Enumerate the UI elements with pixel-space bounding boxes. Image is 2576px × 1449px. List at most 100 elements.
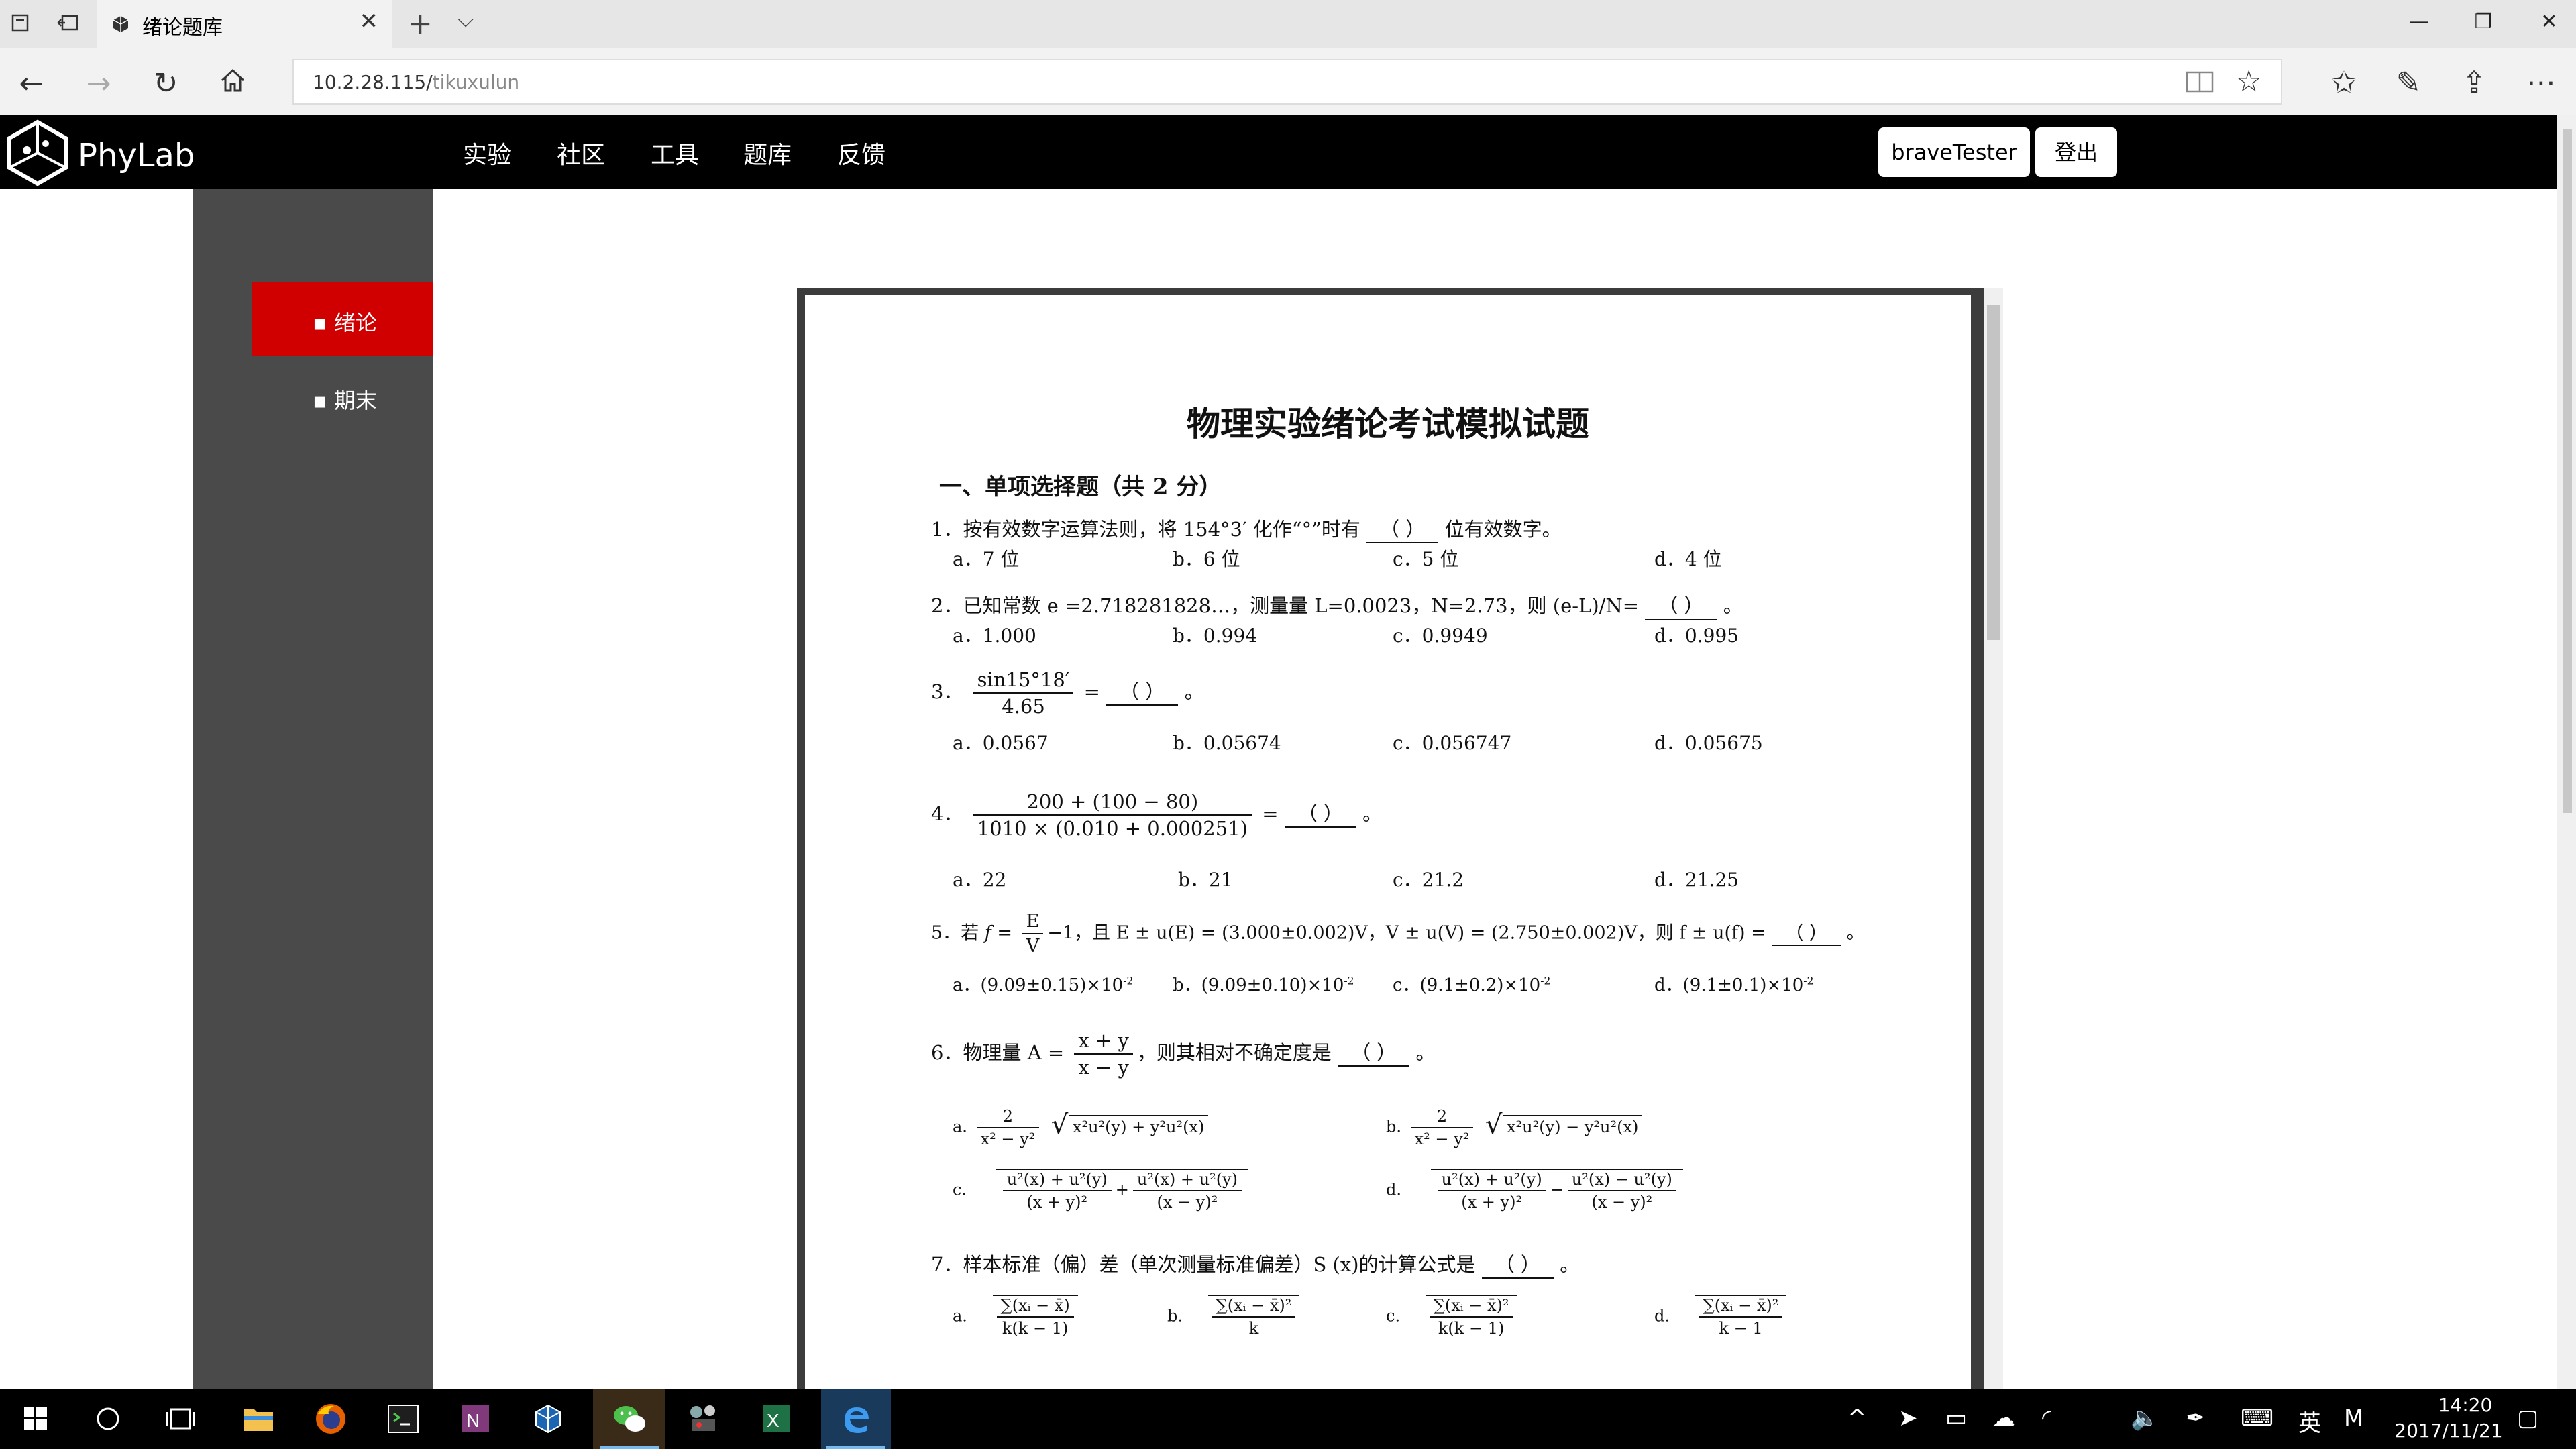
more-menu-icon[interactable]: ⋯ [2522,64,2560,102]
ime-mode-indicator[interactable]: M [2344,1405,2363,1432]
nav-experiment[interactable]: 实验 [463,136,511,170]
pen-workspace-icon[interactable]: ✒ [2186,1405,2205,1432]
close-tab-icon[interactable]: ✕ [360,8,379,35]
sidebar: ▪ 绪论 ▪ 期末 [193,189,433,1389]
search-icon[interactable] [87,1398,129,1440]
q6-option-b: b. 2x² − y² x²u²(y) − y²u²(x) [1386,1107,1643,1148]
sidebar-item-final[interactable]: ▪ 期末 [313,384,377,415]
window-close-icon[interactable]: ✕ [2529,5,2569,39]
battery-icon[interactable]: ▭ [1945,1405,1967,1432]
sqrt-radical: u²(x) + u²(y) (x + y)² + u²(x) + u²(y) (x − … [996,1169,1248,1212]
phylab-logo[interactable]: PhyLab [4,119,205,186]
question-4: 4． 200 + (100 − 80) 1010 × (0.010 + 0.000… [931,790,1383,840]
site-header: PhyLab 实验 社区 工具 题库 反馈 braveTester 登出 [0,115,2557,189]
pdf-scrollbar[interactable] [1984,288,2003,1389]
question-6: 6．物理量 A = x + yx − y ，则其相对不确定度是 （ ） 。 [931,1029,1436,1079]
cube-favicon-icon [111,15,130,34]
section-title: 一、单项选择题（共 2 分） [939,474,1222,500]
user-button[interactable]: braveTester [1878,127,2030,177]
page-scrollbar[interactable] [2557,115,2576,1389]
url-text[interactable]: 10.2.28.115/tikuxulun [313,71,519,93]
file-explorer-icon[interactable] [237,1398,279,1440]
action-center-icon[interactable]: ▢ [2517,1405,2538,1432]
paper-plane-icon[interactable]: ➤ [1898,1405,1918,1432]
q6-option-a: a. 2x² − y² x²u²(y) + y²u²(x) [953,1107,1209,1148]
browser-tab-bar: 绪论题库 ✕ + ⌵ — ❐ ✕ [0,0,2576,48]
excel-icon[interactable]: X [755,1398,797,1440]
question-1: 1．按有效数字运算法则，将 154°3′ 化作“°”时有 （ ） 位有效数字。 [931,514,1562,543]
tab-active[interactable]: 绪论题库 ✕ [97,0,392,48]
q3-option-b: b．0.05674 [1173,732,1281,754]
hexagon-logo-icon [7,119,68,186]
q3-option-a: a．0.0567 [953,732,1049,754]
task-view-icon[interactable] [160,1398,201,1440]
web-note-pen-icon[interactable]: ✎ [2390,64,2427,102]
page-scrollbar-thumb[interactable] [2563,129,2572,813]
share-icon[interactable]: ⇪ [2455,64,2493,102]
virtualbox-icon[interactable] [527,1398,569,1440]
running-indicator [600,1446,659,1449]
q7-option-b: b. ∑(xᵢ − x̄)² k [1167,1295,1300,1338]
q5-option-d: d．(9.1±0.1)×10-2 [1654,975,1814,996]
pdf-scrollbar-thumb[interactable] [1987,305,2000,640]
q5-option-a: a．(9.09±0.15)×10-2 [953,975,1134,996]
clock-date[interactable]: 2017/11/21 [2381,1419,2516,1442]
sidebar-item-label: ▪ 绪论 [313,310,377,335]
reading-view-icon[interactable] [2186,70,2214,94]
favorites-hub-icon[interactable]: ✩ [2325,64,2363,102]
nav-community[interactable]: 社区 [557,136,605,170]
tab-preview-icon[interactable] [9,12,34,36]
q3-option-d: d．0.05675 [1654,732,1763,754]
browser-nav-bar: ← → ↻ 10.2.28.115/tikuxulun ☆ ✩ ✎ ⇪ ⋯ [0,48,2576,115]
logout-button[interactable]: 登出 [2035,127,2117,177]
set-aside-tabs-icon[interactable] [56,12,80,36]
nav-tools[interactable]: 工具 [651,136,699,170]
q4-option-d: d．21.25 [1654,869,1739,891]
windows-taskbar: N X ^ ➤ ▭ ☁ ◜ 🔈 ✒ ⌨ 英 M 14:20 2017/11/21… [0,1389,2576,1449]
svg-text:N: N [466,1410,480,1431]
q3-option-c: c．0.056747 [1393,732,1512,754]
show-hidden-icons-chevron[interactable]: ^ [1847,1405,1867,1432]
onedrive-cloud-icon[interactable]: ☁ [1992,1405,2015,1432]
q2-option-a: a．1.000 [953,625,1036,647]
q5-option-b: b．(9.09±0.10)×10-2 [1173,975,1354,996]
wifi-icon[interactable]: ◜ [2042,1405,2051,1432]
game-app-icon[interactable] [683,1398,724,1440]
terminal-icon[interactable] [382,1398,424,1440]
pdf-page[interactable]: 物理实验绪论考试模拟试题 一、单项选择题（共 2 分） 1．按有效数字运算法则，… [805,295,1971,1389]
edge-browser-icon[interactable] [821,1389,891,1449]
restore-icon[interactable]: ❐ [2463,5,2504,39]
firefox-icon[interactable] [310,1398,352,1440]
favorite-star-icon[interactable]: ☆ [2236,64,2262,99]
q2-option-b: b．0.994 [1173,625,1258,647]
question-5: 5．若 f = E V −1，且 E ± u(E) = (3.000±0.002)V… [931,911,1865,957]
nav-question-bank[interactable]: 题库 [743,136,792,170]
refresh-icon[interactable]: ↻ [149,67,182,101]
address-bar[interactable]: 10.2.28.115/tikuxulun ☆ [292,59,2282,105]
question-3: 3． sin15°18′ 4.65 = （ ） 。 [931,668,1204,718]
q1-option-b: b．6 位 [1173,548,1240,570]
touch-keyboard-icon[interactable]: ⌨ [2241,1405,2273,1432]
volume-icon[interactable]: 🔈 [2131,1405,2159,1432]
wechat-icon[interactable] [593,1389,665,1449]
tab-title: 绪论题库 [142,16,223,40]
home-icon[interactable] [216,67,250,101]
minimize-icon[interactable]: — [2399,5,2439,39]
chevron-down-icon[interactable]: ⌵ [458,7,474,33]
ime-language-indicator[interactable]: 英 [2298,1405,2321,1438]
q1-option-d: d．4 位 [1654,548,1722,570]
nav-feedback[interactable]: 反馈 [837,136,885,170]
q4-option-a: a．22 [953,869,1007,891]
back-arrow-icon[interactable]: ← [15,67,48,101]
running-indicator [826,1446,885,1449]
sidebar-item-intro[interactable]: ▪ 绪论 [252,282,433,356]
q6-option-c: c. u²(x) + u²(y) (x + y)² + u²(x) + u²(y) (x… [953,1169,1248,1212]
onenote-icon[interactable]: N [455,1398,496,1440]
new-tab-icon[interactable]: + [408,7,433,41]
q4-option-c: c．21.2 [1393,869,1464,891]
q7-option-a: a. ∑(xᵢ − x̄) k(k − 1) [953,1295,1078,1338]
windows-start-icon[interactable] [15,1398,56,1440]
document-title: 物理实验绪论考试模拟试题 [1187,404,1589,443]
clock-time[interactable]: 14:20 [2415,1394,2516,1416]
forward-arrow-icon[interactable]: → [82,67,115,101]
